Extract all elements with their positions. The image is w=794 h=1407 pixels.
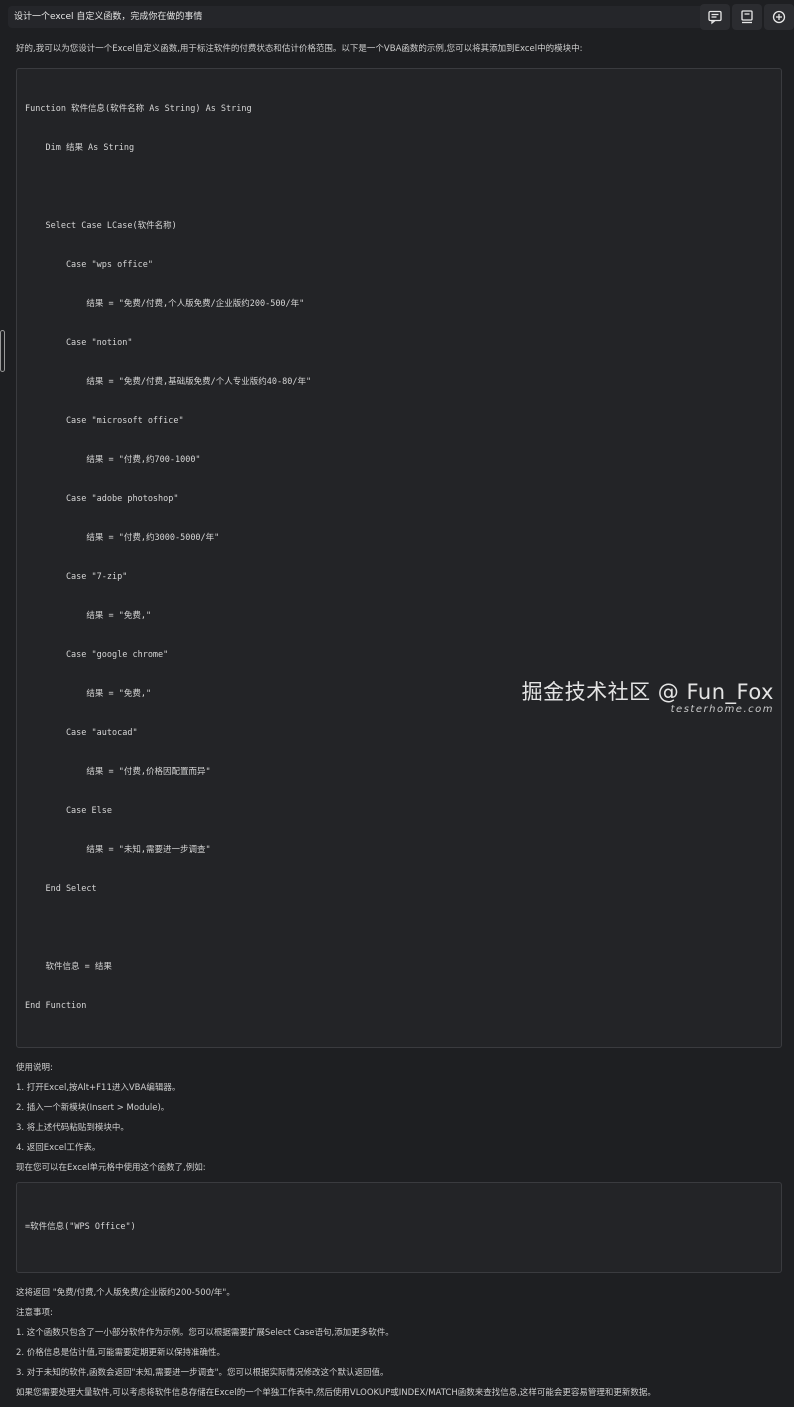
usage-title: 使用说明:	[16, 1063, 53, 1073]
vba-code-block: Function 软件信息(软件名称 As String) As String …	[16, 68, 782, 1048]
code-line: Select Case LCase(软件名称)	[25, 221, 177, 231]
code-line: 结果 = "付费,约700-1000"	[25, 455, 201, 465]
note-item: 1. 这个函数只包含了一小部分软件作为示例。您可以根据需要扩展Select Ca…	[16, 1328, 394, 1338]
scroll-handle[interactable]	[0, 330, 5, 372]
response-content: 好的,我可以为您设计一个Excel自定义函数,用于标注软件的付费状态和估计价格范…	[16, 42, 782, 1407]
document-button[interactable]	[732, 4, 762, 30]
comment-button[interactable]	[700, 4, 730, 30]
code-line: Case "7-zip"	[25, 572, 128, 582]
add-button[interactable]	[764, 4, 794, 30]
plus-circle-icon	[772, 10, 786, 24]
usage-step: 3. 将上述代码粘贴到模块中。	[16, 1123, 129, 1133]
comment-icon	[708, 10, 722, 25]
usage-step: 1. 打开Excel,按Alt+F11进入VBA编辑器。	[16, 1083, 181, 1093]
usage-step: 4. 返回Excel工作表。	[16, 1143, 101, 1153]
toolbar	[698, 4, 794, 30]
code-line: Case "adobe photoshop"	[25, 494, 179, 504]
prompt-text: 设计一个excel 自定义函数，完成你在做的事情	[14, 12, 203, 22]
code-line: 结果 = "免费/付费,个人版免费/企业版约200-500/年"	[25, 299, 305, 309]
code-line: Case "autocad"	[25, 728, 138, 738]
code-line: Function 软件信息(软件名称 As String) As String	[25, 104, 252, 114]
prompt-bar: 设计一个excel 自定义函数，完成你在做的事情	[8, 6, 708, 28]
note-item: 2. 价格信息是估计值,可能需要定期更新以保持准确性。	[16, 1348, 226, 1358]
example-intro: 现在您可以在Excel单元格中使用这个函数了,例如:	[16, 1163, 206, 1173]
code-line: 结果 = "免费/付费,基础版免费/个人专业版约40-80/年"	[25, 377, 312, 387]
notes-title: 注意事项:	[16, 1308, 53, 1318]
watermark: 掘金技术社区 @ Fun_Fox testerhome.com	[522, 676, 774, 715]
code-line: 结果 = "未知,需要进一步调查"	[25, 845, 211, 855]
code-line: End Function	[25, 1001, 87, 1011]
code-line: 结果 = "免费,"	[25, 611, 152, 621]
code-line: 结果 = "付费,约3000-5000/年"	[25, 533, 220, 543]
code-line: Case "notion"	[25, 338, 133, 348]
example-result: 这将返回 "免费/付费,个人版免费/企业版约200-500/年"。	[16, 1288, 235, 1298]
closing-text: 如果您需要处理大量软件,可以考虑将软件信息存储在Excel的一个单独工作表中,然…	[16, 1388, 656, 1398]
code-line: Dim 结果 As String	[25, 143, 135, 153]
code-line: Case "wps office"	[25, 260, 153, 270]
code-line: Case Else	[25, 806, 112, 816]
code-line: Case "microsoft office"	[25, 416, 184, 426]
code-line: 软件信息 = 结果	[25, 962, 112, 972]
code-line: Case "google chrome"	[25, 650, 169, 660]
usage-step: 2. 插入一个新模块(Insert > Module)。	[16, 1103, 170, 1113]
code-line: End Select	[25, 884, 97, 894]
example-code: =软件信息("WPS Office")	[25, 1222, 136, 1232]
response-intro: 好的,我可以为您设计一个Excel自定义函数,用于标注软件的付费状态和估计价格范…	[16, 44, 583, 54]
code-line: 结果 = "付费,价格因配置而异"	[25, 767, 211, 777]
document-icon	[741, 10, 753, 24]
example-code-block: =软件信息("WPS Office")	[16, 1182, 782, 1273]
watermark-main: 掘金技术社区 @ Fun_Fox	[521, 680, 774, 704]
note-item: 3. 对于未知的软件,函数会返回"未知,需要进一步调查"。您可以根据实际情况修改…	[16, 1368, 389, 1378]
